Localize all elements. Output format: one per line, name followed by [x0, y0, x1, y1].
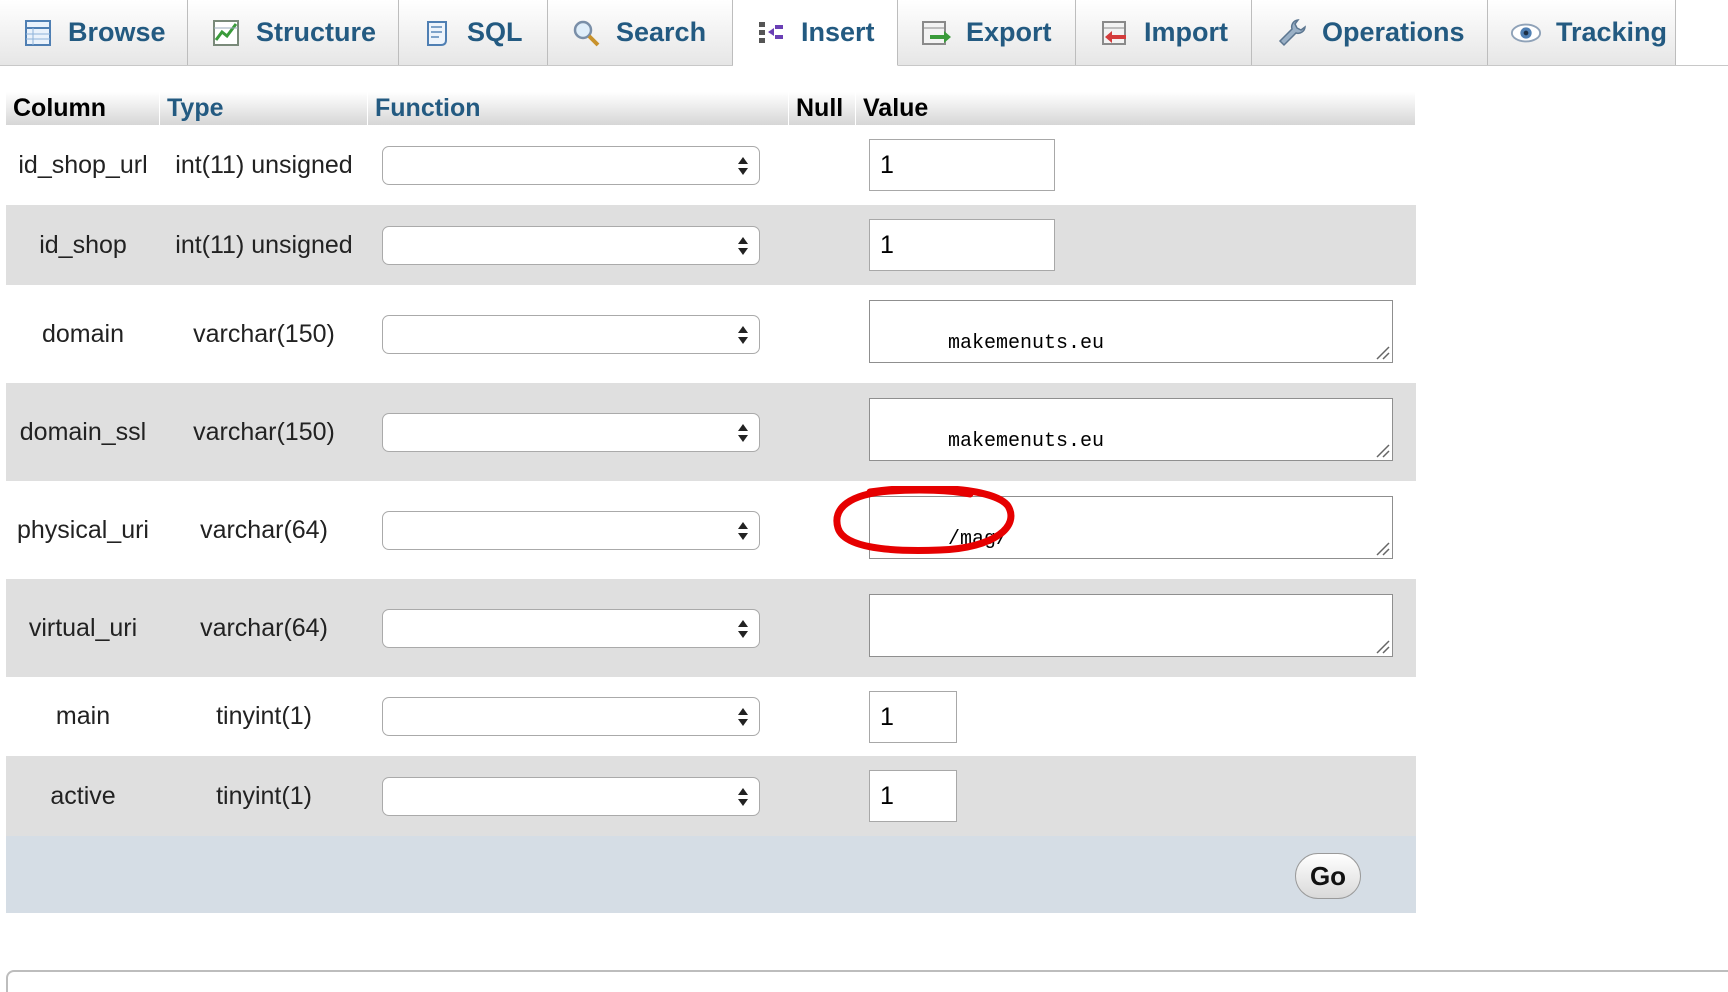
tab-import-label: Import: [1144, 17, 1228, 47]
function-select[interactable]: [382, 697, 760, 736]
function-select[interactable]: [382, 226, 760, 265]
select-arrows-icon: [738, 708, 748, 726]
tab-insert[interactable]: Insert: [733, 0, 898, 66]
tab-search-label: Search: [616, 17, 707, 47]
column-type: tinyint(1): [216, 781, 312, 810]
function-select[interactable]: [382, 413, 760, 452]
insert-form-table: Column Type Function Null Value id_shop_…: [6, 92, 1416, 913]
tab-search[interactable]: Search: [548, 0, 733, 65]
tab-operations-label: Operations: [1322, 17, 1465, 47]
table-row: domain_ssl varchar(150) makemenuts.eu: [6, 383, 1416, 481]
value-textarea-text: makemenuts.eu: [948, 332, 1105, 355]
function-select[interactable]: [382, 511, 760, 550]
column-name: domain_ssl: [19, 417, 147, 446]
header-function[interactable]: Function: [368, 92, 789, 125]
select-arrows-icon: [738, 620, 748, 638]
select-arrows-icon: [738, 522, 748, 540]
tab-import[interactable]: Import: [1076, 0, 1252, 65]
header-value: Value: [856, 92, 1416, 125]
function-select[interactable]: [382, 146, 760, 185]
column-name: virtual_uri: [28, 613, 138, 642]
value-textarea[interactable]: /mag/: [869, 496, 1393, 559]
function-select[interactable]: [382, 609, 760, 648]
table-header: Column Type Function Null Value: [6, 92, 1416, 125]
value-textarea-text: makemenuts.eu: [948, 430, 1105, 453]
tab-tracking[interactable]: Tracking: [1488, 0, 1676, 65]
value-textarea[interactable]: [869, 594, 1393, 657]
table-row: domain varchar(150) makemenuts.eu: [6, 285, 1416, 383]
column-name: active: [50, 781, 116, 810]
eye-icon: [1510, 17, 1542, 49]
resize-grip-icon[interactable]: [1374, 442, 1390, 458]
tab-insert-label: Insert: [801, 17, 875, 47]
table-row: main tinyint(1) 1: [6, 677, 1416, 756]
value-textarea[interactable]: makemenuts.eu: [869, 300, 1393, 363]
function-select[interactable]: [382, 315, 760, 354]
search-icon: [570, 17, 602, 49]
value-input[interactable]: 1: [869, 770, 957, 822]
import-icon: [1098, 17, 1130, 49]
table-row: physical_uri varchar(64) /mag/: [6, 481, 1416, 579]
go-button[interactable]: Go: [1295, 853, 1361, 899]
value-textarea-text: /mag/: [948, 528, 1009, 551]
form-footer: Go: [6, 836, 1416, 913]
tab-export[interactable]: Export: [898, 0, 1076, 65]
tab-structure-label: Structure: [256, 17, 377, 47]
column-name: physical_uri: [16, 515, 149, 544]
tab-browse[interactable]: Browse: [0, 0, 188, 65]
table-row: id_shop_url int(11) unsigned 1: [6, 125, 1416, 205]
column-type: int(11) unsigned: [175, 230, 353, 259]
header-type[interactable]: Type: [160, 92, 368, 125]
column-type: int(11) unsigned: [175, 150, 353, 179]
header-column: Column: [6, 92, 160, 125]
resize-grip-icon[interactable]: [1374, 540, 1390, 556]
column-type: varchar(64): [200, 613, 328, 642]
header-null: Null: [789, 92, 856, 125]
export-icon: [920, 17, 952, 49]
insert-icon: [755, 17, 787, 49]
column-type: varchar(150): [193, 417, 335, 446]
sql-icon: [421, 17, 453, 49]
column-name: main: [55, 702, 111, 730]
column-name: id_shop: [39, 230, 127, 259]
resize-grip-icon[interactable]: [1374, 638, 1390, 654]
column-type: varchar(150): [193, 319, 335, 348]
table-row: active tinyint(1) 1: [6, 756, 1416, 836]
tab-tracking-label: Tracking: [1556, 17, 1668, 47]
select-arrows-icon: [738, 157, 748, 175]
value-input[interactable]: 1: [869, 219, 1055, 271]
tab-operations[interactable]: Operations: [1252, 0, 1488, 65]
tab-sql-label: SQL: [467, 17, 523, 47]
column-type: tinyint(1): [216, 702, 312, 730]
tab-sql[interactable]: SQL: [399, 0, 548, 65]
structure-icon: [210, 17, 242, 49]
column-name: id_shop_url: [18, 150, 148, 179]
resize-grip-icon[interactable]: [1374, 344, 1390, 360]
tab-structure[interactable]: Structure: [188, 0, 399, 65]
tab-browse-label: Browse: [68, 17, 166, 47]
browse-icon: [22, 17, 54, 49]
function-select[interactable]: [382, 777, 760, 816]
value-input[interactable]: 1: [869, 139, 1055, 191]
select-arrows-icon: [738, 326, 748, 344]
value-textarea[interactable]: makemenuts.eu: [869, 398, 1393, 461]
column-type: varchar(64): [200, 515, 328, 544]
bottom-panel-edge: [6, 970, 1728, 992]
tab-bar: Browse Structure SQL Search Insert Expor…: [0, 0, 1728, 66]
select-arrows-icon: [738, 237, 748, 255]
select-arrows-icon: [738, 424, 748, 442]
table-row: virtual_uri varchar(64): [6, 579, 1416, 677]
operations-icon: [1276, 17, 1308, 49]
table-row: id_shop int(11) unsigned 1: [6, 205, 1416, 285]
value-input[interactable]: 1: [869, 691, 957, 743]
column-name: domain: [42, 319, 124, 348]
tab-export-label: Export: [966, 17, 1052, 47]
select-arrows-icon: [738, 788, 748, 806]
